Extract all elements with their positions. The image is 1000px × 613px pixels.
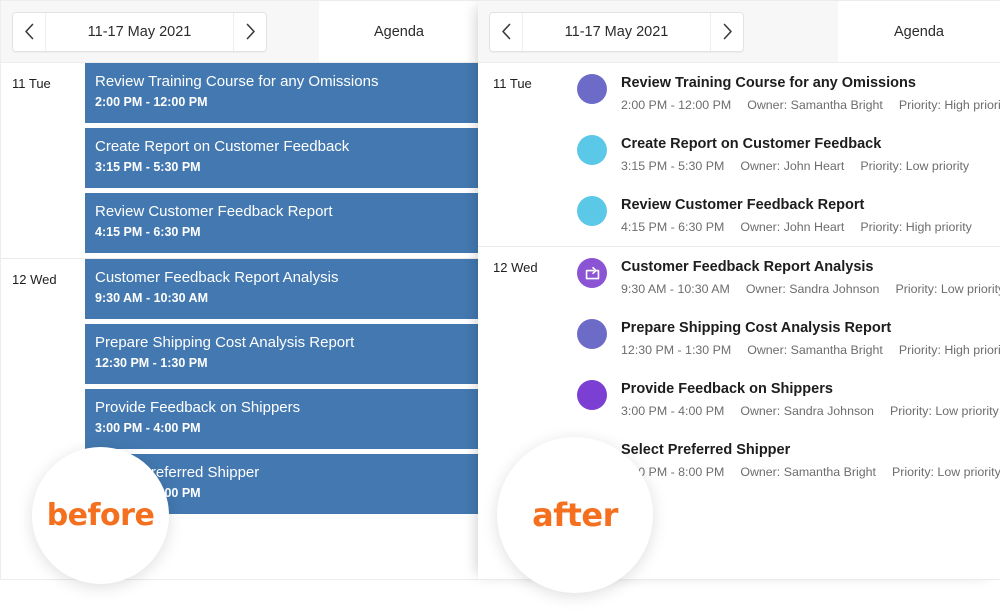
agenda-row[interactable]: Review Training Course for any Omissions… [577,63,1000,124]
appointment-title: Prepare Shipping Cost Analysis Report [621,320,892,336]
before-badge: before [32,447,169,584]
agenda-row-body: Review Training Course for any Omissions… [621,74,1000,113]
appointment-meta: 2:00 PM - 12:00 PM Owner: Samantha Brigh… [621,97,1000,113]
appointment-time: 3:00 PM - 4:00 PM [621,404,725,418]
agenda-row-body: Select Preferred Shipper 7:00 PM - 8:00 … [621,441,1000,480]
agenda-row-body: Review Customer Feedback Report 4:15 PM … [621,196,1000,235]
appointment-title: Provide Feedback on Shippers [621,381,833,397]
appointment-title: Review Customer Feedback Report [621,197,865,213]
appointment-title: Select Preferred Shipper [621,442,791,458]
previous-period-button[interactable] [13,12,45,51]
appointment-owner: Owner: Samantha Bright [747,343,883,357]
appointment-title: Review Training Course for any Omissions [621,75,916,91]
comparison-stage: 11-17 May 2021 Agenda 11 Tue Review Trai… [0,0,1000,613]
appointment-time: 3:15 PM - 5:30 PM [95,160,201,174]
appointment-priority: Priority: High priority [898,343,1000,357]
day-label: 11 Tue [493,76,532,91]
after-badge: after [497,437,653,593]
appointment-time: 2:00 PM - 12:00 PM [95,95,208,109]
appointment-meta: 4:15 PM - 6:30 PM Owner: John Heart Prio… [621,219,1000,235]
view-tab-agenda[interactable]: Agenda [838,1,1000,62]
day-label: 11 Tue [12,76,51,91]
appointment-priority: Priority: Low priority [860,159,970,173]
appointment-time: 9:30 AM - 10:30 AM [95,291,208,305]
day-events: Review Training Course for any Omissions… [577,63,1000,246]
appointment-owner: Owner: John Heart [740,220,845,234]
appointment-title: Review Customer Feedback Report [95,203,333,220]
day-group: 11 Tue Review Training Course for any Om… [1,63,479,258]
agenda-row-body: Customer Feedback Report Analysis 9:30 A… [621,258,1000,297]
appointment-time: 9:30 AM - 10:30 AM [621,282,730,296]
day-events: Customer Feedback Report Analysis 9:30 A… [577,247,1000,491]
appointment-block[interactable]: Review Customer Feedback Report 4:15 PM … [85,193,479,253]
appointment-title: Customer Feedback Report Analysis [95,269,339,286]
appointment-time: 12:30 PM - 1:30 PM [621,343,732,357]
date-range-label[interactable]: 11-17 May 2021 [45,12,234,51]
appointment-time: 2:00 PM - 12:00 PM [621,98,732,112]
appointment-title: Customer Feedback Report Analysis [621,259,874,275]
appointment-block[interactable]: Provide Feedback on Shippers 3:00 PM - 4… [85,389,479,449]
day-group: 11 Tue Review Training Course for any Om… [478,63,1000,246]
date-range-label[interactable]: 11-17 May 2021 [522,12,711,51]
next-period-button[interactable] [234,12,266,51]
appointment-meta: 3:15 PM - 5:30 PM Owner: John Heart Prio… [621,158,1000,174]
appointment-owner: Owner: Sandra Johnson [740,404,874,418]
appointment-priority: Priority: High priority [898,98,1000,112]
appointment-meta: 9:30 AM - 10:30 AM Owner: Sandra Johnson… [621,281,1000,297]
date-navigator-before: 11-17 May 2021 [12,11,267,52]
appointment-title: Review Training Course for any Omissions [95,73,379,90]
appointment-title: Create Report on Customer Feedback [621,136,882,152]
appointment-block[interactable]: Customer Feedback Report Analysis 9:30 A… [85,259,479,319]
agenda-row[interactable]: Review Customer Feedback Report 4:15 PM … [577,185,1000,246]
agenda-row-body: Create Report on Customer Feedback 3:15 … [621,135,1000,174]
agenda-row[interactable]: Create Report on Customer Feedback 3:15 … [577,124,1000,185]
appointment-time: 3:15 PM - 5:30 PM [621,159,725,173]
appointment-block[interactable]: Create Report on Customer Feedback 3:15 … [85,128,479,188]
day-events: Review Training Course for any Omissions… [85,63,479,258]
previous-period-button[interactable] [490,12,522,51]
appointment-owner: Owner: Sandra Johnson [745,282,880,296]
appointment-priority: Priority: High priority [860,220,972,234]
appointment-meta: 7:00 PM - 8:00 PM Owner: Samantha Bright… [621,464,1000,480]
appointment-priority: Priority: Low priority [892,465,1000,479]
scheduler-toolbar-after: 11-17 May 2021 Agenda [478,1,1000,63]
appointment-time: 12:30 PM - 1:30 PM [95,356,208,370]
appointment-marker-icon [577,319,607,349]
appointment-owner: Owner: Samantha Bright [747,98,883,112]
agenda-row-body: Provide Feedback on Shippers 3:00 PM - 4… [621,380,1000,419]
appointment-priority: Priority: Low priority [895,282,1000,296]
scheduler-toolbar-before: 11-17 May 2021 Agenda [1,1,479,63]
appointment-owner: Owner: Samantha Bright [740,465,876,479]
appointment-title: Create Report on Customer Feedback [95,138,350,155]
agenda-row[interactable]: Provide Feedback on Shippers 3:00 PM - 4… [577,369,1000,430]
date-navigator-after: 11-17 May 2021 [489,11,744,52]
appointment-time: 4:15 PM - 6:30 PM [621,220,725,234]
appointment-marker-icon [577,135,607,165]
appointment-marker-icon [577,196,607,226]
forward-box-icon [577,258,607,288]
next-period-button[interactable] [711,12,743,51]
appointment-time: 3:00 PM - 4:00 PM [95,421,201,435]
agenda-row-body: Prepare Shipping Cost Analysis Report 12… [621,319,1000,358]
appointment-meta: 3:00 PM - 4:00 PM Owner: Sandra Johnson … [621,403,1000,419]
appointment-priority: Priority: Low priority [889,404,999,418]
appointment-time: 4:15 PM - 6:30 PM [95,225,201,239]
appointment-marker-icon [577,74,607,104]
appointment-meta: 12:30 PM - 1:30 PM Owner: Samantha Brigh… [621,342,1000,358]
appointment-owner: Owner: John Heart [740,159,845,173]
appointment-title: Provide Feedback on Shippers [95,399,301,416]
appointment-title: Prepare Shipping Cost Analysis Report [95,334,355,351]
appointment-block[interactable]: Review Training Course for any Omissions… [85,63,479,123]
appointment-block[interactable]: Prepare Shipping Cost Analysis Report 12… [85,324,479,384]
view-tab-agenda[interactable]: Agenda [319,1,479,62]
appointment-marker-icon [577,380,607,410]
agenda-row[interactable]: Customer Feedback Report Analysis 9:30 A… [577,247,1000,308]
agenda-row[interactable]: Prepare Shipping Cost Analysis Report 12… [577,308,1000,369]
